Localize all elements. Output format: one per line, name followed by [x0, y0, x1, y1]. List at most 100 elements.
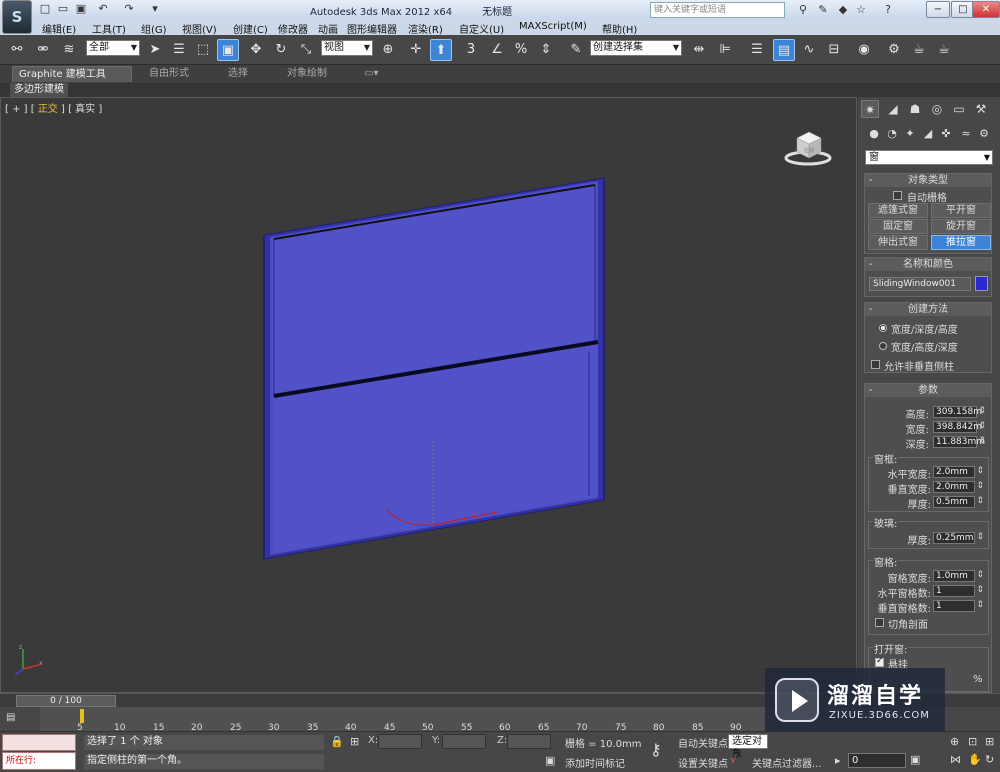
set-key-label[interactable]: 设置关键点 [678, 755, 728, 770]
minimize-button[interactable]: − [926, 1, 950, 18]
chamfered-profile-checkbox[interactable] [875, 618, 884, 627]
glass-thickness-spinner[interactable]: 0.25mm [933, 532, 984, 544]
auto-key-label[interactable]: 自动关键点 [678, 735, 728, 750]
mirror-icon[interactable]: ⇹ [688, 39, 710, 61]
window-crossing-icon[interactable]: ▣ [217, 39, 239, 61]
geometry-icon[interactable]: ● [866, 126, 882, 142]
manipulate-icon[interactable]: ✛ [405, 39, 427, 61]
select-move-icon[interactable]: ✥ [245, 39, 267, 61]
redo-icon[interactable]: ↷ [122, 2, 136, 16]
autogrid-checkbox[interactable] [893, 191, 902, 200]
horizontal-panes-spinner[interactable]: 1 [933, 585, 984, 597]
align-icon[interactable]: ⊫ [714, 39, 736, 61]
depth-spinner[interactable]: 11.883mm [933, 436, 986, 448]
absolute-mode-icon[interactable]: ⊞ [350, 735, 359, 748]
height-spinner[interactable]: 309.158m [933, 406, 986, 418]
parameters-header[interactable]: 参数 [865, 384, 991, 397]
systems-icon[interactable]: ⚙ [976, 126, 992, 142]
pivot-center-icon[interactable]: ⊕ [377, 39, 399, 61]
prev-frame-icon[interactable]: ▸ [835, 754, 841, 767]
space-warps-icon[interactable]: ≈ [958, 126, 974, 142]
menu-animation[interactable]: 动画 [318, 21, 338, 36]
menu-group[interactable]: 组(G) [141, 21, 167, 36]
casement-window-button[interactable]: 平开窗 [931, 203, 991, 218]
unlink-icon[interactable]: ⚮ [32, 39, 54, 61]
maxscript-line-label[interactable]: 所在行: [2, 752, 76, 770]
motion-tab-icon[interactable]: ◎ [928, 100, 946, 118]
menu-edit[interactable]: 编辑(E) [42, 21, 76, 36]
zoom-icon[interactable]: ⊕ [950, 735, 959, 748]
select-rotate-icon[interactable]: ↻ [270, 39, 292, 61]
favorites-icon[interactable]: ☆ [853, 2, 869, 18]
percent-snap-icon[interactable]: % [510, 39, 532, 61]
tab-selection[interactable]: 选择 [222, 66, 254, 82]
z-coordinate-field[interactable] [507, 734, 551, 749]
mini-curve-editor-icon[interactable]: ▤ [6, 712, 22, 724]
close-button[interactable]: ✕ [972, 1, 1000, 18]
awning-window-button[interactable]: 遮篷式窗 [868, 203, 928, 218]
select-by-name-icon[interactable]: ☰ [168, 39, 190, 61]
width-spinner[interactable]: 398.842m [933, 421, 986, 433]
vertical-width-spinner[interactable]: 2.0mm [933, 481, 984, 493]
binoculars-icon[interactable]: ⚲ [795, 2, 811, 18]
display-tab-icon[interactable]: ▭ [950, 100, 968, 118]
help-icon[interactable]: ? [880, 2, 896, 18]
key-mode-icon[interactable]: ⚷ [650, 740, 662, 759]
x-coordinate-field[interactable] [378, 734, 422, 749]
name-color-header[interactable]: 名称和颜色 [865, 258, 991, 271]
quick-access-dropdown-icon[interactable]: ▾ [148, 2, 162, 16]
width-height-depth-radio[interactable] [879, 342, 887, 350]
hierarchy-tab-icon[interactable]: ☗ [906, 100, 924, 118]
time-config-icon[interactable]: ▣ [910, 753, 920, 766]
menu-create[interactable]: 创建(C) [233, 21, 268, 36]
creation-method-header[interactable]: 创建方法 [865, 303, 991, 316]
menu-rendering[interactable]: 渲染(R) [408, 21, 443, 36]
allow-non-vertical-jambs-checkbox[interactable] [871, 360, 880, 369]
selection-filter-dropdown[interactable]: 全部 [86, 40, 140, 56]
search-input[interactable]: 键入关键字或短语 [650, 2, 785, 18]
tools-icon[interactable]: ✎ [815, 2, 831, 18]
select-object-icon[interactable]: ➤ [144, 39, 166, 61]
snaps-toggle-icon[interactable]: 3 [460, 39, 482, 61]
menu-help[interactable]: 帮助(H) [602, 21, 637, 36]
key-filters-button[interactable]: 关键点过滤器... [752, 755, 822, 770]
menu-maxscript[interactable]: MAXScript(M) [519, 21, 587, 32]
selected-object-dropdown[interactable]: 选定对象 [728, 734, 768, 760]
menu-modifiers[interactable]: 修改器 [278, 21, 308, 36]
reference-coordinate-dropdown[interactable]: 视图 [321, 40, 373, 56]
modify-tab-icon[interactable]: ◢ [884, 100, 902, 118]
undo-icon[interactable]: ↶ [96, 2, 110, 16]
maxscript-listener-mini[interactable] [2, 734, 76, 751]
rectangular-selection-icon[interactable]: ⬚ [192, 39, 214, 61]
tab-graphite-modeling[interactable]: Graphite 建模工具 [12, 66, 132, 82]
ribbon-options-icon[interactable]: ▭▾ [358, 66, 384, 82]
object-type-header[interactable]: 对象类型 [865, 174, 991, 187]
open-file-icon[interactable]: ▭ [56, 2, 70, 16]
new-file-icon[interactable]: □ [38, 2, 52, 16]
projected-window-button[interactable]: 伸出式窗 [868, 235, 928, 250]
add-time-tag-label[interactable]: 添加时间标记 [565, 755, 625, 770]
polygon-modeling-panel[interactable]: 多边形建模 [10, 83, 68, 97]
field-of-view-icon[interactable]: ⋈ [950, 753, 961, 766]
render-icon[interactable]: ☕ [933, 39, 955, 61]
zoom-all-icon[interactable]: ⊞ [985, 735, 994, 748]
app-logo-icon[interactable]: S [2, 0, 32, 34]
width-depth-height-radio[interactable] [879, 324, 887, 332]
sliding-window-button[interactable]: 推拉窗 [931, 235, 991, 250]
rendered-frame-icon[interactable]: ☕ [908, 39, 930, 61]
hung-checkbox[interactable] [875, 656, 884, 667]
angle-snap-icon[interactable]: ∠ [486, 39, 508, 61]
object-color-swatch[interactable] [975, 276, 988, 291]
lights-icon[interactable]: ✦ [902, 126, 918, 142]
tab-freeform[interactable]: 自由形式 [143, 66, 195, 82]
object-name-field[interactable]: SlidingWindow001 [869, 277, 971, 291]
orbit-icon[interactable]: ↻ [985, 753, 994, 766]
perspective-viewport[interactable]: [ + ] [ 正交 ] [ 真实 ] 左前 z x [0, 97, 857, 693]
helpers-icon[interactable]: ✜ [938, 126, 954, 142]
edit-named-selection-icon[interactable]: ✎ [565, 39, 587, 61]
zoom-extents-icon[interactable]: ⊡ [968, 735, 977, 748]
schematic-view-icon[interactable]: ⊟ [823, 39, 845, 61]
current-frame-field[interactable]: 0 [848, 753, 906, 768]
named-selection-set-dropdown[interactable]: 创建选择集 [590, 40, 682, 56]
pivoted-window-button[interactable]: 旋开窗 [931, 219, 991, 234]
